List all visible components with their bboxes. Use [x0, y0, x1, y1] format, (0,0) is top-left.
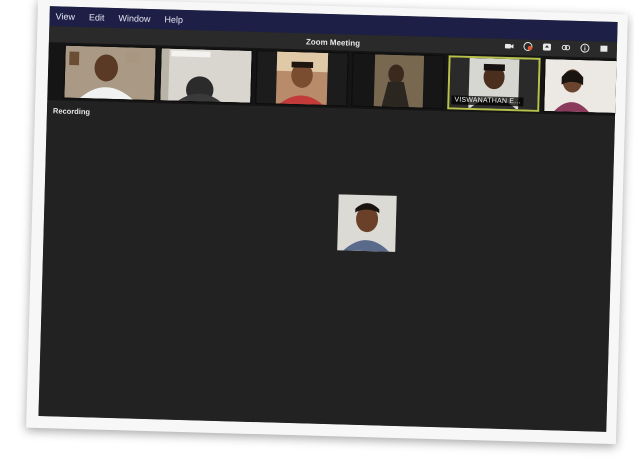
participant-tile-4[interactable] — [351, 52, 445, 110]
title-icons — [504, 41, 609, 54]
stop-icon[interactable] — [599, 44, 609, 54]
participant-video-3 — [256, 50, 348, 106]
participant-tile-6[interactable] — [543, 58, 618, 115]
participant-video-1 — [64, 45, 156, 101]
share-icon[interactable] — [542, 42, 552, 52]
participant-video-6 — [544, 59, 618, 114]
active-speaker-video — [337, 194, 397, 252]
info-icon[interactable] — [580, 43, 590, 53]
menu-item-edit[interactable]: Edit — [89, 12, 105, 22]
participant-tile-1[interactable] — [63, 44, 157, 102]
menu-item-view[interactable]: View — [55, 11, 75, 22]
main-video-area — [38, 102, 615, 432]
record-icon[interactable] — [523, 41, 533, 52]
menu-item-help[interactable]: Help — [164, 14, 183, 25]
participant-video-2 — [160, 48, 252, 103]
active-speaker-thumbnail[interactable] — [337, 194, 397, 252]
zoom-window: View Edit Window Help Zoom Meeting VISWA… — [38, 6, 618, 432]
link-icon[interactable] — [561, 42, 571, 52]
menu-item-window[interactable]: Window — [118, 13, 150, 24]
participant-tile-2[interactable] — [159, 47, 253, 104]
photo-of-screen: View Edit Window Help Zoom Meeting VISWA… — [26, 0, 628, 445]
participant-tile-3[interactable] — [255, 49, 349, 107]
participant-video-4 — [352, 53, 444, 109]
photo-stage: View Edit Window Help Zoom Meeting VISWA… — [0, 0, 634, 465]
recording-indicator: Recording — [52, 106, 91, 117]
camera-icon[interactable] — [504, 41, 514, 51]
participant-tile-5[interactable]: VISWANATHAN E... — [447, 55, 541, 112]
window-title: Zoom Meeting — [305, 36, 361, 48]
